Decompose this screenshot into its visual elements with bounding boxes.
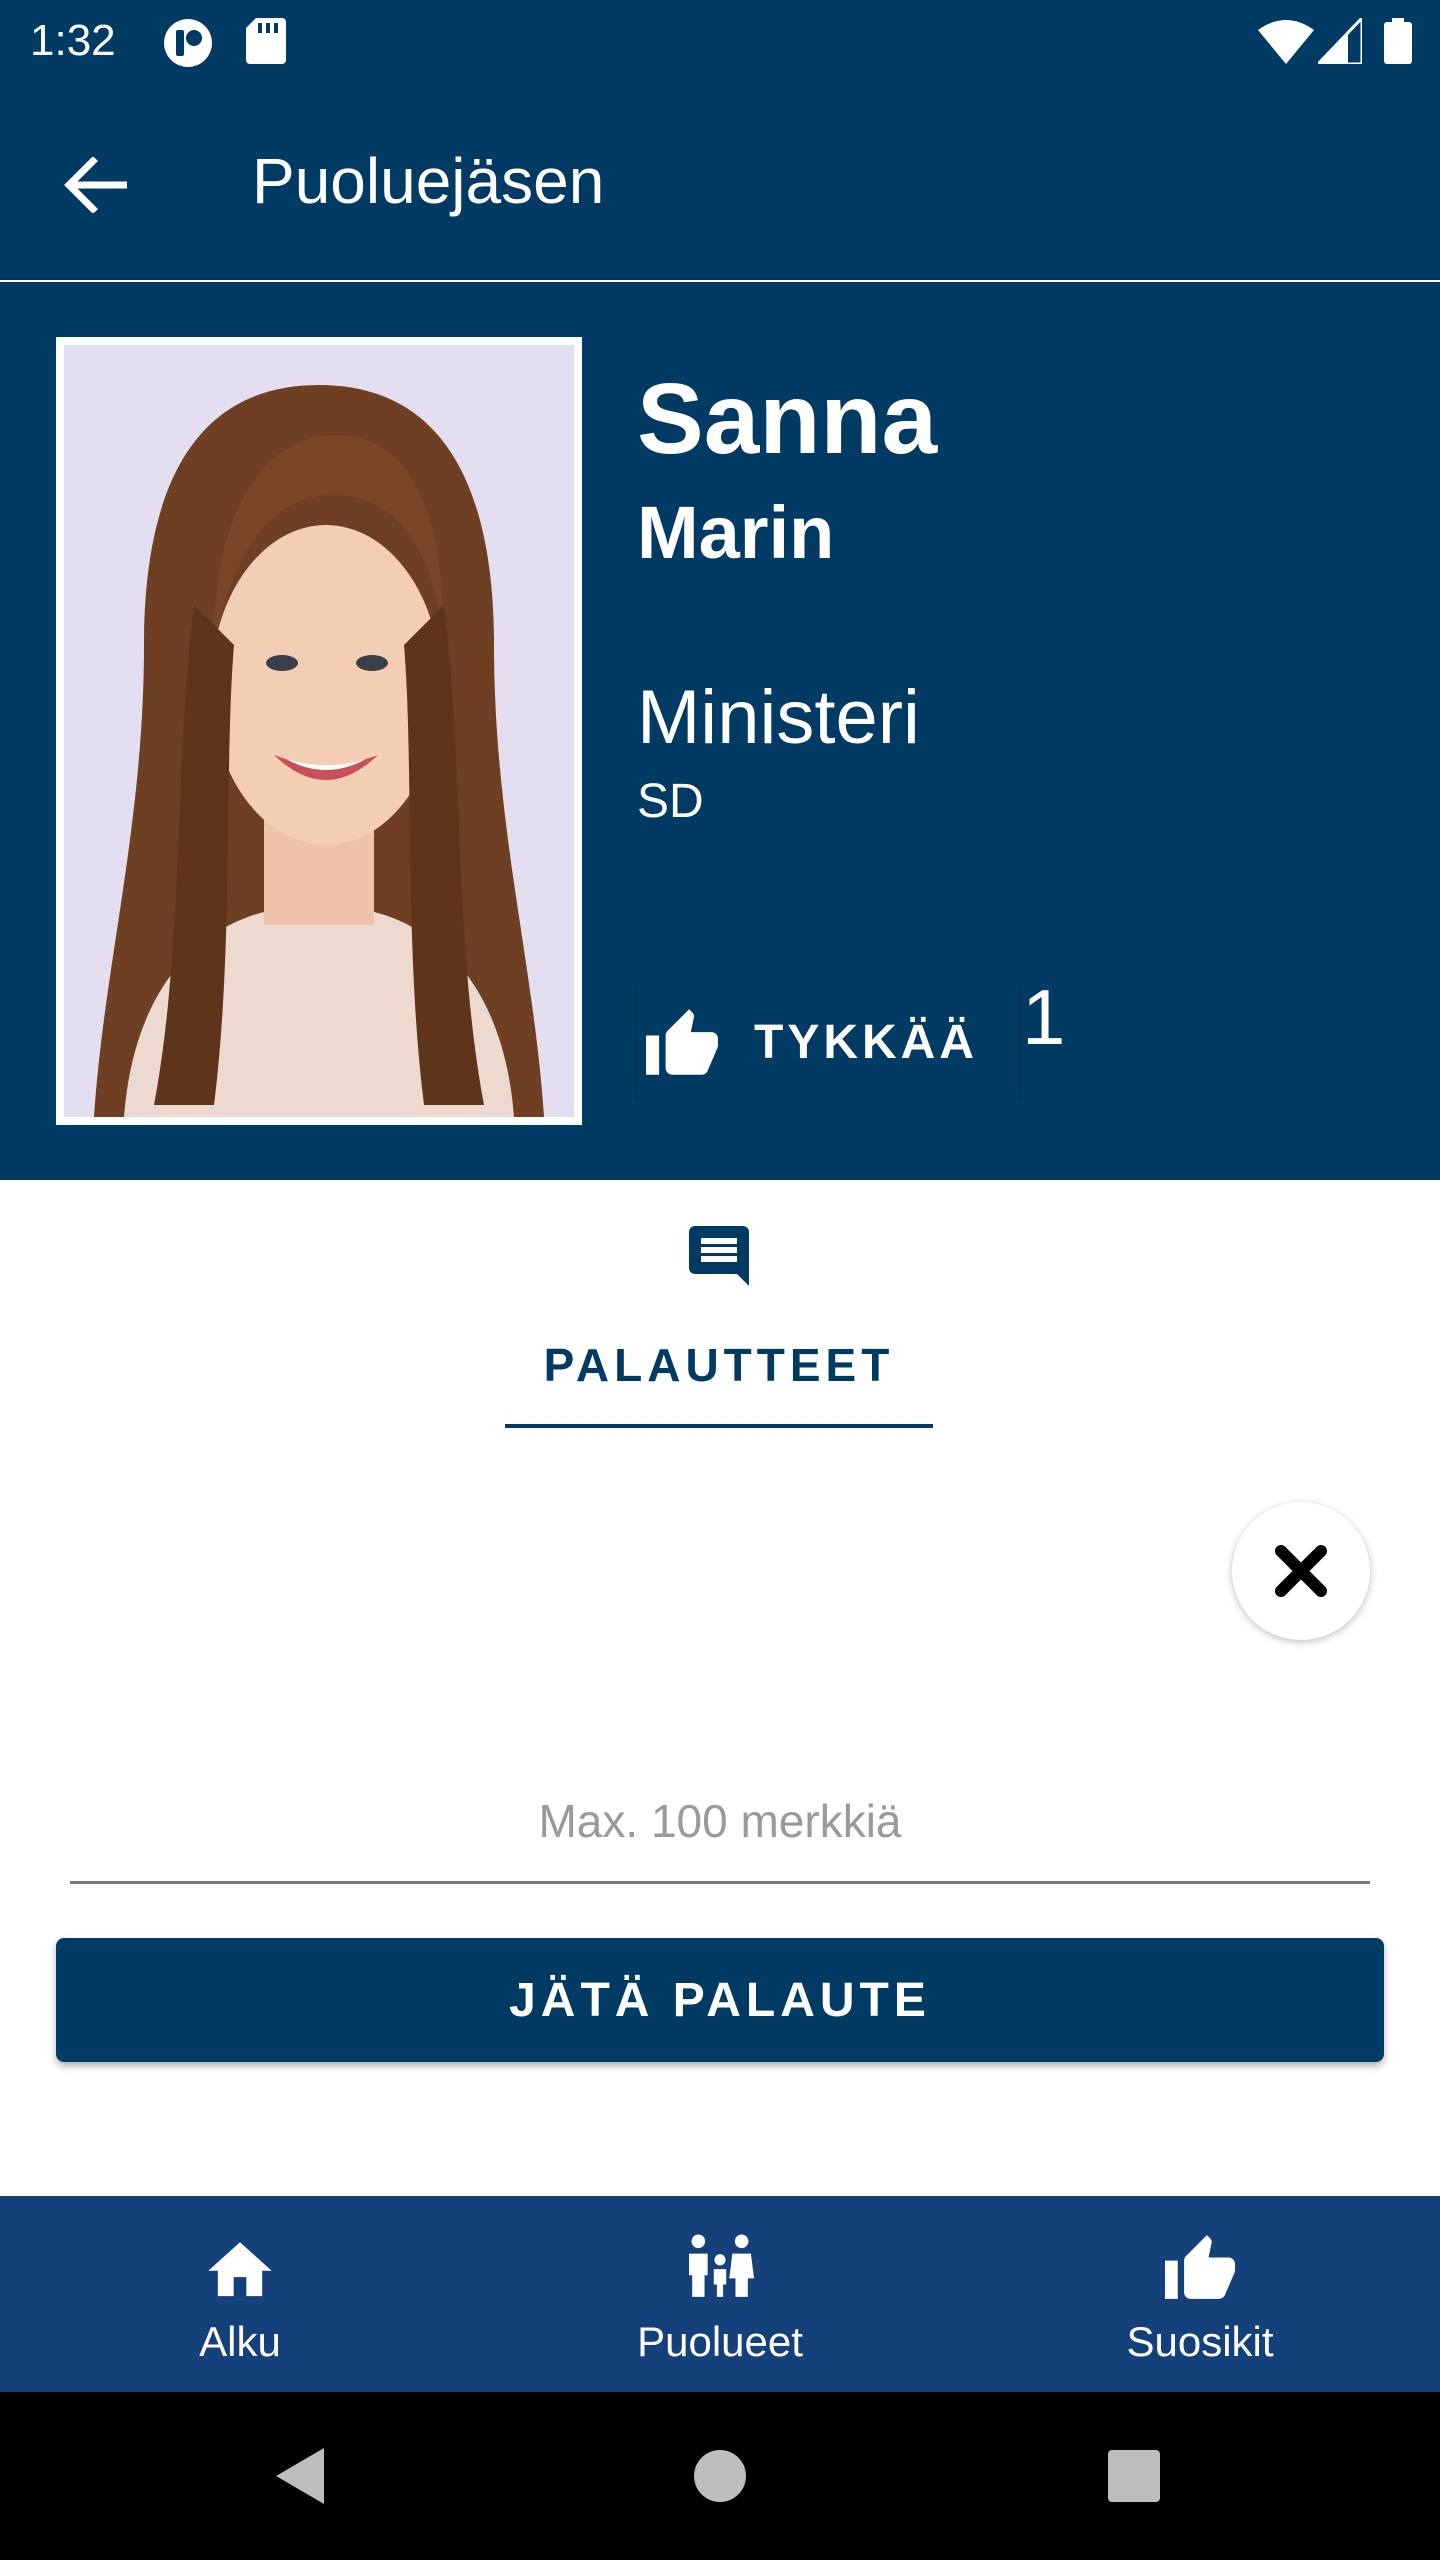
like-label: TYKKÄÄ	[754, 1015, 978, 1069]
recents-square-icon[interactable]	[1094, 2436, 1174, 2516]
nav-label-home: Alku	[199, 2318, 281, 2365]
last-name: Marin	[637, 491, 835, 574]
status-time: 1:32	[30, 16, 116, 65]
profile-header: Sanna Marin Ministeri SD TYKKÄÄ 1	[0, 282, 1440, 1180]
nav-item-home[interactable]: Alku	[0, 2196, 480, 2392]
close-button[interactable]	[1232, 1502, 1370, 1640]
people-icon	[689, 2234, 754, 2297]
like-button[interactable]: TYKKÄÄ	[636, 982, 1020, 1102]
close-icon	[1275, 1545, 1327, 1597]
arrow-back-icon	[64, 157, 127, 213]
battery-icon	[1384, 18, 1412, 69]
first-name: Sanna	[637, 363, 938, 475]
thumb-up-icon	[1165, 2235, 1235, 2299]
feedback-input[interactable]	[70, 1760, 1370, 1884]
submit-feedback-button[interactable]: JÄTÄ PALAUTE	[56, 1938, 1384, 2062]
app-bar: Puoluejäsen	[0, 84, 1440, 280]
like-count: 1	[1022, 973, 1066, 1061]
nav-label-favorites: Suosikit	[1126, 2318, 1274, 2365]
bottom-navigation: Alku Puolueet Suosikit	[0, 2196, 1440, 2392]
tab-indicator	[505, 1424, 933, 1428]
portrait-photo	[56, 337, 582, 1125]
page-title: Puoluejäsen	[252, 145, 605, 217]
nav-item-parties[interactable]: Puolueet	[480, 2196, 960, 2392]
status-bar: 1:32	[0, 0, 1440, 84]
home-icon	[208, 2242, 272, 2297]
sd-card-icon	[246, 18, 286, 69]
party-abbreviation: SD	[637, 775, 704, 828]
nav-item-favorites[interactable]: Suosikit	[960, 2196, 1440, 2392]
wifi-icon	[1258, 18, 1314, 69]
thumb-up-icon	[646, 1009, 718, 1075]
tab-feedback[interactable]: PALAUTTEET	[505, 1210, 933, 1430]
nav-label-parties: Puolueet	[637, 2318, 803, 2365]
system-navigation-bar	[0, 2392, 1440, 2560]
home-circle-icon[interactable]	[680, 2436, 760, 2516]
back-triangle-icon[interactable]	[260, 2436, 340, 2516]
role-title: Ministeri	[637, 675, 920, 760]
back-button[interactable]	[50, 140, 140, 230]
comment-icon	[683, 1220, 755, 1297]
signal-icon	[1314, 14, 1364, 69]
tab-label: PALAUTTEET	[543, 1339, 895, 1391]
notification-app-icon	[162, 18, 214, 73]
